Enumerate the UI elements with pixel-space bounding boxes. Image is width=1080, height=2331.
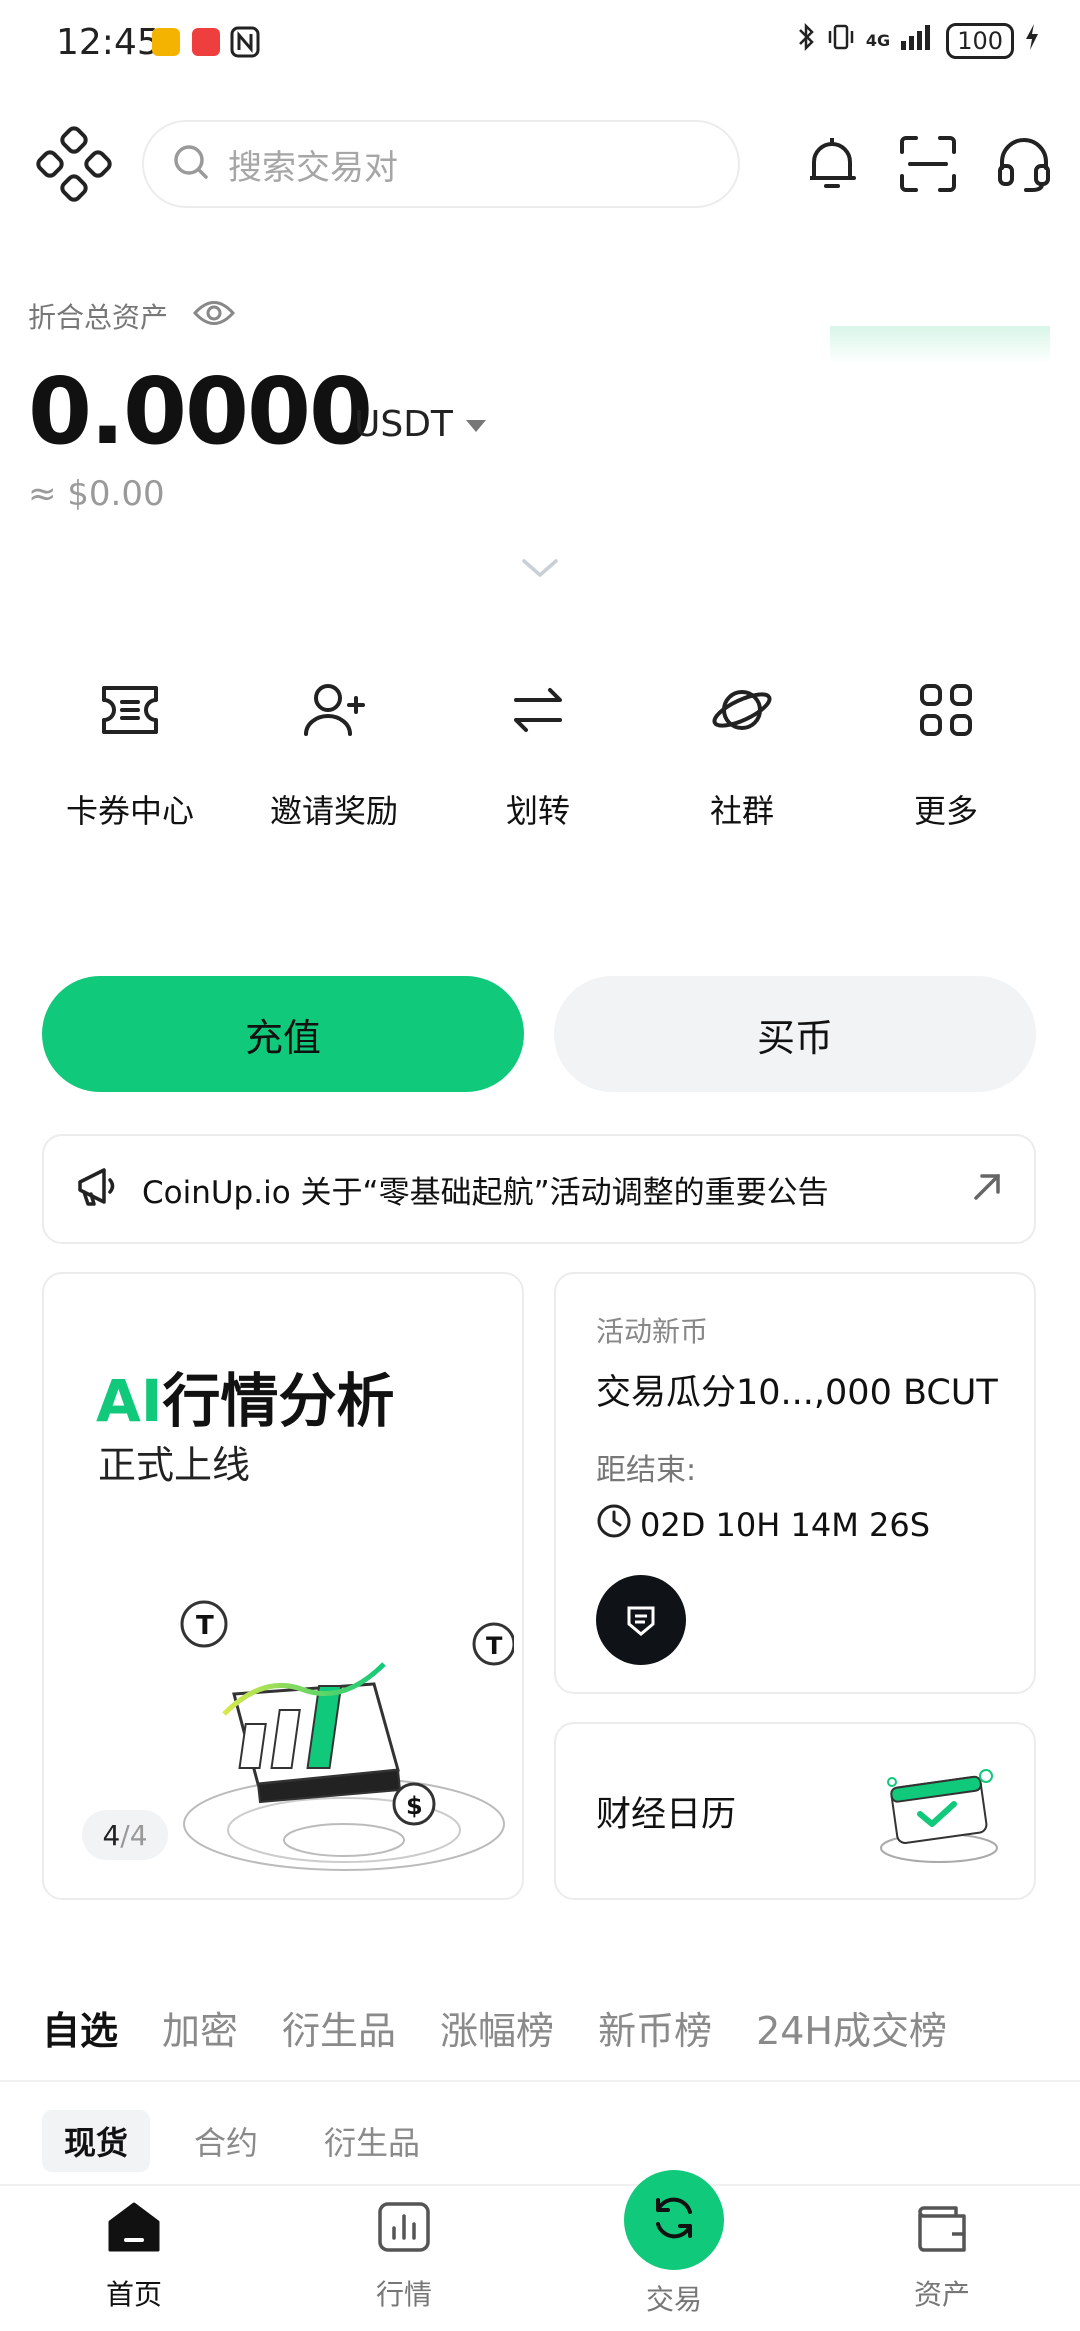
grid-icon — [906, 670, 986, 750]
announcement-bar[interactable]: CoinUp.io 关于“零基础起航”活动调整的重要公告 — [42, 1134, 1036, 1244]
announcement-text: CoinUp.io 关于“零基础起航”活动调整的重要公告 — [142, 1174, 829, 1211]
asset-unit-selector[interactable]: USDT — [354, 404, 453, 445]
wallet-icon — [914, 2200, 970, 2261]
quick-action-label: 卡券中心 — [65, 792, 194, 830]
quick-action-label: 社群 — [709, 792, 774, 830]
network-type: 4G — [865, 30, 891, 50]
sub-tabs: 现货 合约 衍生品 — [42, 2110, 442, 2172]
notification-app-icon — [152, 28, 180, 56]
arrow-up-right-icon[interactable] — [970, 1170, 1004, 1208]
event-ends-label: 距结束: — [596, 1453, 697, 1488]
coin-logo-icon — [596, 1575, 686, 1665]
apps-menu-icon[interactable] — [34, 124, 114, 204]
quick-action-community[interactable]: 社群 — [642, 670, 842, 832]
event-countdown: 02D 10H 14M 26S — [596, 1503, 994, 1547]
ai-card-subtitle: 正式上线 — [98, 1443, 251, 1487]
eye-icon[interactable] — [192, 298, 236, 332]
nav-assets[interactable]: 资产 — [842, 2200, 1042, 2313]
svg-text:T: T — [196, 1611, 214, 1641]
customer-support-icon[interactable] — [984, 124, 1064, 204]
search-placeholder: 搜索交易对 — [228, 147, 398, 188]
notification-app-icon — [192, 28, 220, 56]
tab-favorites[interactable]: 自选 — [42, 2000, 118, 2055]
new-coin-event-card[interactable]: 活动新币 交易瓜分10...,000 BCUT 距结束: 02D 10H 14M… — [554, 1272, 1036, 1694]
ticket-icon — [90, 670, 170, 750]
megaphone-icon — [74, 1164, 120, 1214]
bell-icon[interactable] — [792, 124, 872, 204]
clock-icon — [596, 1503, 632, 1547]
financial-calendar-card[interactable]: 财经日历 — [554, 1722, 1036, 1900]
nav-trade-label[interactable]: 交易 — [624, 2278, 724, 2318]
bluetooth-icon — [796, 22, 816, 59]
calendar-illustration-icon — [874, 1752, 1004, 1876]
deposit-button[interactable]: 充值 — [42, 976, 524, 1092]
tab-24h-volume[interactable]: 24H成交榜 — [756, 2000, 947, 2055]
status-time: 12:45 — [56, 22, 160, 63]
search-icon — [172, 143, 210, 185]
promo-banner[interactable] — [830, 326, 1050, 364]
nav-market[interactable]: 行情 — [304, 2200, 504, 2313]
planet-icon — [702, 670, 782, 750]
quick-action-more[interactable]: 更多 — [846, 670, 1046, 832]
event-title: 交易瓜分10...,000 BCUT — [596, 1373, 998, 1413]
quick-action-label: 划转 — [505, 792, 570, 830]
trade-button[interactable] — [624, 2170, 724, 2270]
nfc-icon — [230, 26, 260, 62]
total-assets-value: 0.0000 — [28, 358, 373, 465]
quick-action-invite[interactable]: 邀请奖励 — [234, 670, 434, 832]
total-assets-label: 折合总资产 — [28, 301, 169, 334]
buy-crypto-button[interactable]: 买币 — [554, 976, 1036, 1092]
tab-new-listings[interactable]: 新币榜 — [598, 2000, 712, 2055]
caret-down-icon[interactable] — [466, 420, 486, 432]
market-tabs: 自选 加密 衍生品 涨幅榜 新币榜 24H成交榜 — [42, 2000, 947, 2055]
event-tag: 活动新币 — [596, 1315, 709, 1348]
ai-analysis-card[interactable]: AI行情分析 正式上线 T T $ 4/4 — [42, 1272, 524, 1900]
assets-usd-equivalent: ≈ $0.00 — [28, 474, 165, 514]
quick-action-label: 更多 — [913, 792, 978, 830]
ai-chart-illustration: T T $ — [174, 1594, 516, 1878]
svg-text:$: $ — [406, 1792, 423, 1820]
subtab-derivatives[interactable]: 衍生品 — [302, 2110, 442, 2172]
tab-crypto[interactable]: 加密 — [162, 2000, 238, 2055]
tabs-divider — [0, 2080, 1080, 2082]
search-input[interactable]: 搜索交易对 — [142, 120, 740, 208]
subtab-contracts[interactable]: 合约 — [172, 2110, 280, 2172]
svg-text:T: T — [486, 1632, 503, 1660]
refresh-icon — [648, 2192, 700, 2248]
subtab-spot[interactable]: 现货 — [42, 2110, 151, 2172]
charging-icon — [1024, 22, 1040, 59]
invite-user-icon — [294, 670, 374, 750]
quick-action-coupon-center[interactable]: 卡券中心 — [30, 670, 230, 832]
transfer-icon — [498, 670, 578, 750]
home-icon — [106, 2200, 162, 2261]
quick-action-label: 邀请奖励 — [269, 792, 398, 830]
vibrate-icon — [826, 22, 856, 59]
calendar-label: 财经日历 — [596, 1794, 737, 1835]
signal-icon — [900, 23, 936, 58]
chevron-down-icon[interactable] — [520, 556, 560, 584]
tab-gainers[interactable]: 涨幅榜 — [440, 2000, 554, 2055]
scan-icon[interactable] — [888, 124, 968, 204]
quick-action-transfer[interactable]: 划转 — [438, 670, 638, 832]
status-indicators: 4G 100 — [796, 22, 1040, 59]
bar-chart-icon — [376, 2200, 432, 2261]
nav-home[interactable]: 首页 — [34, 2200, 234, 2313]
tab-derivatives[interactable]: 衍生品 — [282, 2000, 396, 2055]
carousel-pager: 4/4 — [82, 1810, 168, 1860]
battery-level: 100 — [946, 22, 1014, 59]
ai-card-title: AI行情分析 — [96, 1367, 395, 1435]
